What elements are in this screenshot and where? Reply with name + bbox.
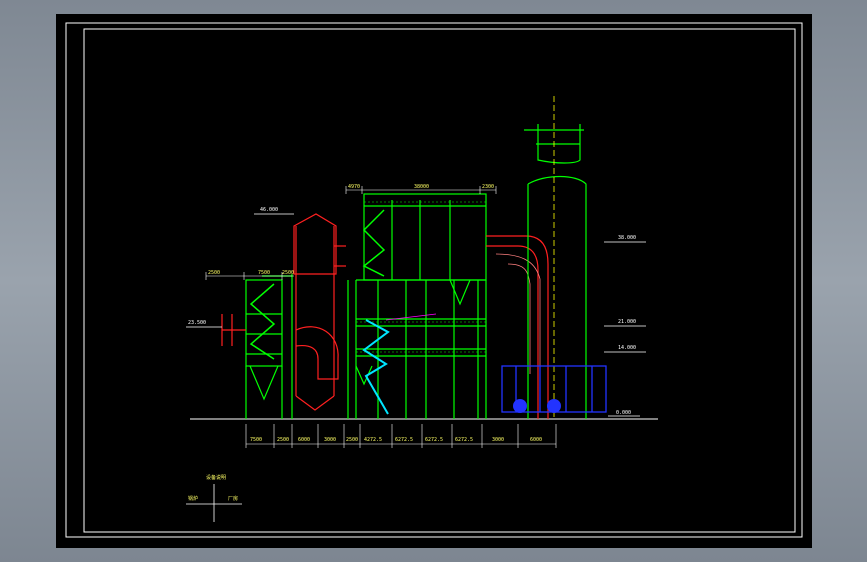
elev-right-low: 14.000 bbox=[618, 345, 636, 351]
cyan-stair bbox=[362, 319, 390, 415]
elev-right-top: 38.000 bbox=[618, 235, 636, 241]
left-unit-zigzag bbox=[249, 283, 276, 360]
legend-right: 厂房 bbox=[228, 495, 238, 502]
left-unit bbox=[245, 274, 293, 419]
top-dim-2: 2300 bbox=[482, 184, 494, 190]
elevation-marks bbox=[186, 213, 646, 417]
chimney bbox=[524, 124, 587, 419]
bottom-dim-3: 3000 bbox=[324, 437, 336, 443]
fan-motor-2 bbox=[547, 399, 561, 413]
bottom-dim-5: 4272.5 bbox=[364, 437, 382, 443]
bottom-dim-8: 6272.5 bbox=[455, 437, 473, 443]
legend-left: 锅炉 bbox=[188, 495, 198, 502]
cad-drawing: 46.000 23.500 38.000 21.000 14.000 0.000… bbox=[65, 22, 803, 538]
elev-left-mid: 23.500 bbox=[188, 320, 206, 326]
bottom-dim-0: 7500 bbox=[250, 437, 262, 443]
outlet-duct-bottom bbox=[495, 253, 541, 374]
left-dim-2: 2500 bbox=[282, 270, 294, 276]
legend-title: 设备说明 bbox=[206, 474, 226, 481]
mid-duct bbox=[293, 213, 346, 411]
handrails bbox=[356, 201, 486, 353]
left-dim-1: 7500 bbox=[258, 270, 270, 276]
top-dim-1: 38000 bbox=[414, 184, 429, 190]
bottom-dim-9: 3000 bbox=[492, 437, 504, 443]
top-dim-0: 4970 bbox=[348, 184, 360, 190]
bottom-dim-1: 2500 bbox=[277, 437, 289, 443]
bottom-dim-10: 6000 bbox=[530, 437, 542, 443]
outlet-duct-top bbox=[486, 235, 549, 419]
main-structure bbox=[347, 193, 487, 419]
bottom-dim-2: 6000 bbox=[298, 437, 310, 443]
fan-motor-1 bbox=[513, 399, 527, 413]
bottom-dim-7: 6272.5 bbox=[425, 437, 443, 443]
legend: 设备说明 锅炉 厂房 bbox=[186, 474, 242, 522]
bottom-dim-6: 6272.5 bbox=[395, 437, 413, 443]
left-inlet-duct bbox=[221, 314, 246, 346]
main-zigzag bbox=[362, 209, 386, 277]
elev-ground: 0.000 bbox=[616, 410, 631, 416]
drawing-viewport[interactable]: 46.000 23.500 38.000 21.000 14.000 0.000… bbox=[56, 14, 812, 548]
bottom-dimension bbox=[245, 424, 557, 448]
left-dim-0: 2500 bbox=[208, 270, 220, 276]
elev-right-mid: 21.000 bbox=[618, 319, 636, 325]
bottom-dim-4: 2500 bbox=[346, 437, 358, 443]
elev-top-left: 46.000 bbox=[260, 207, 278, 213]
